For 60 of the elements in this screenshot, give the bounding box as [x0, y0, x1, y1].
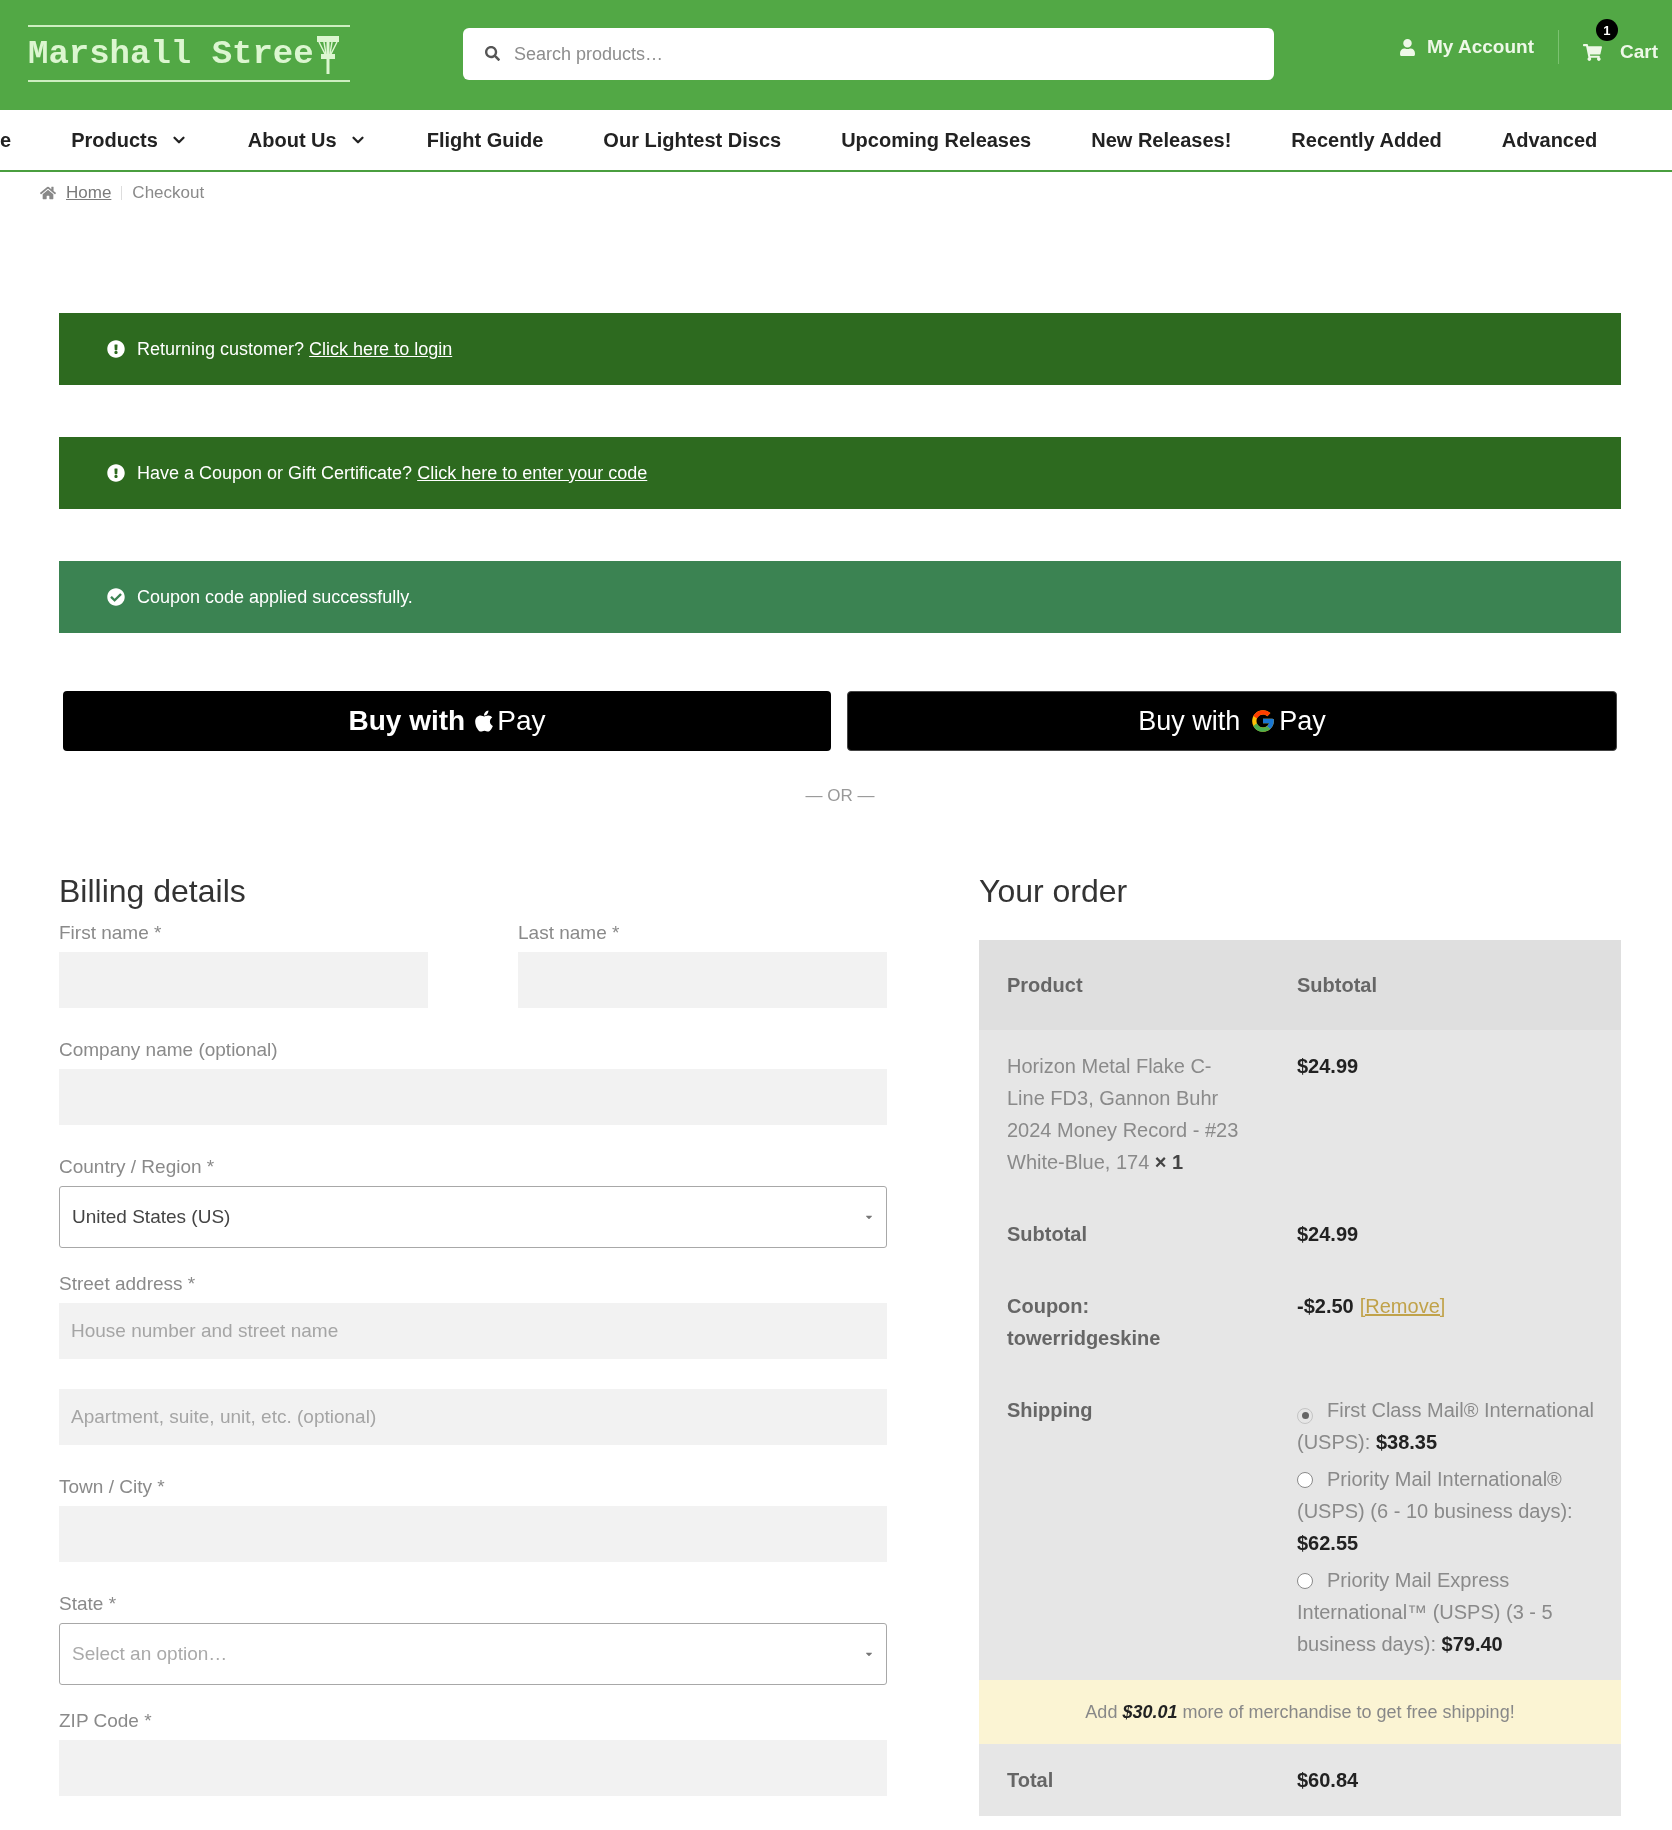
nav-link[interactable]: Our Lightest Discs	[603, 125, 782, 155]
section-heading: Your order	[979, 873, 1129, 909]
field-label: Company name (optional)	[59, 1040, 279, 1060]
section-heading: Billing details	[59, 873, 247, 909]
nav-link[interactable]: Flight Guide	[426, 125, 544, 155]
shipping-option[interactable]: Priority Mail International® (USPS) (6 - 10 business days): $62.55	[1297, 1463, 1607, 1559]
nav-link[interactable]: New Releases!	[1091, 125, 1232, 155]
row-label: Subtotal	[1007, 1223, 1087, 1245]
nav-link[interactable]: Products	[71, 125, 188, 155]
user-icon	[1399, 38, 1416, 56]
field-label: Town / City *	[59, 1477, 166, 1497]
apple-icon	[473, 709, 496, 733]
or-divider-text: — OR —	[805, 785, 875, 807]
field-label: State *	[59, 1594, 118, 1614]
shipping-option[interactable]: Priority Mail Express International™ (USPS) (3 - 5 business days): $79.40	[1297, 1564, 1607, 1660]
field-label: ZIP Code *	[59, 1711, 153, 1731]
coupon-code: towerridgeskine	[1007, 1326, 1162, 1351]
cart-icon	[1583, 42, 1602, 62]
radio-button[interactable]	[1297, 1407, 1313, 1424]
radio-button[interactable]	[1297, 1472, 1313, 1488]
nav-link[interactable]: About Us	[247, 125, 367, 155]
price-text: $24.99	[1297, 1055, 1359, 1077]
input-field[interactable]: Apartment, suite, unit, etc. (optional)	[59, 1389, 887, 1445]
cart-count-badge: 1	[1596, 19, 1618, 41]
shipping-option[interactable]: First Class Mail® International (USPS): $38.35	[1297, 1394, 1607, 1458]
notice-text: Have a Coupon or Gift Certificate? Click here to enter your code	[137, 462, 648, 484]
search-icon	[485, 46, 500, 61]
column-header: Subtotal	[1297, 974, 1377, 996]
nav-link[interactable]: Upcoming Releases	[841, 125, 1032, 155]
nav-link[interactable]: Advanced	[1501, 125, 1598, 155]
select-field[interactable]: United States (US)	[59, 1186, 887, 1248]
notice-link[interactable]: Click here to enter your code	[417, 463, 648, 483]
column-header: Product	[1007, 974, 1083, 996]
search-field[interactable]: Search products…	[463, 28, 1274, 80]
input-field[interactable]: House number and street name	[59, 1303, 887, 1359]
nav-link[interactable]: e	[0, 125, 12, 155]
breadcrumb-current: Checkout	[132, 182, 205, 204]
nav-link[interactable]: Recently Added	[1291, 125, 1442, 155]
row-label: Total	[1007, 1769, 1054, 1791]
field-label: First name *	[59, 923, 163, 943]
field-label: Country / Region *	[59, 1157, 216, 1177]
field-label: Street address *	[59, 1274, 197, 1294]
product-name: Horizon Metal Flake C-Line FD3, Gannon Buhr 2024 Money Record - #23 White-Blue, 174 × 1	[1007, 1054, 1240, 1175]
letter-g-icon	[1250, 708, 1277, 734]
notice-text: Returning customer? Click here to login	[137, 338, 453, 360]
coupon-label: Coupon:	[1007, 1294, 1091, 1319]
notice-text: Coupon code applied successfully.	[137, 586, 413, 608]
notice-link[interactable]: Click here to login	[309, 339, 453, 359]
price-text: $24.99	[1297, 1223, 1359, 1245]
price-text: $60.84	[1297, 1769, 1359, 1791]
field-label: Last name *	[518, 923, 621, 943]
free-shipping-notice: Add $30.01 more of merchandise to get free shipping!	[979, 1680, 1621, 1744]
pay-button[interactable]: Buy with Pay	[63, 691, 831, 751]
home-icon	[40, 185, 56, 201]
breadcrumb-link[interactable]: Home	[66, 181, 112, 205]
pay-button[interactable]: Buy with Pay	[847, 691, 1617, 751]
discount-amount: -$2.50	[1297, 1294, 1354, 1319]
radio-button[interactable]	[1297, 1573, 1313, 1589]
basket-icon	[315, 33, 340, 74]
row-label: Shipping	[1007, 1399, 1093, 1421]
